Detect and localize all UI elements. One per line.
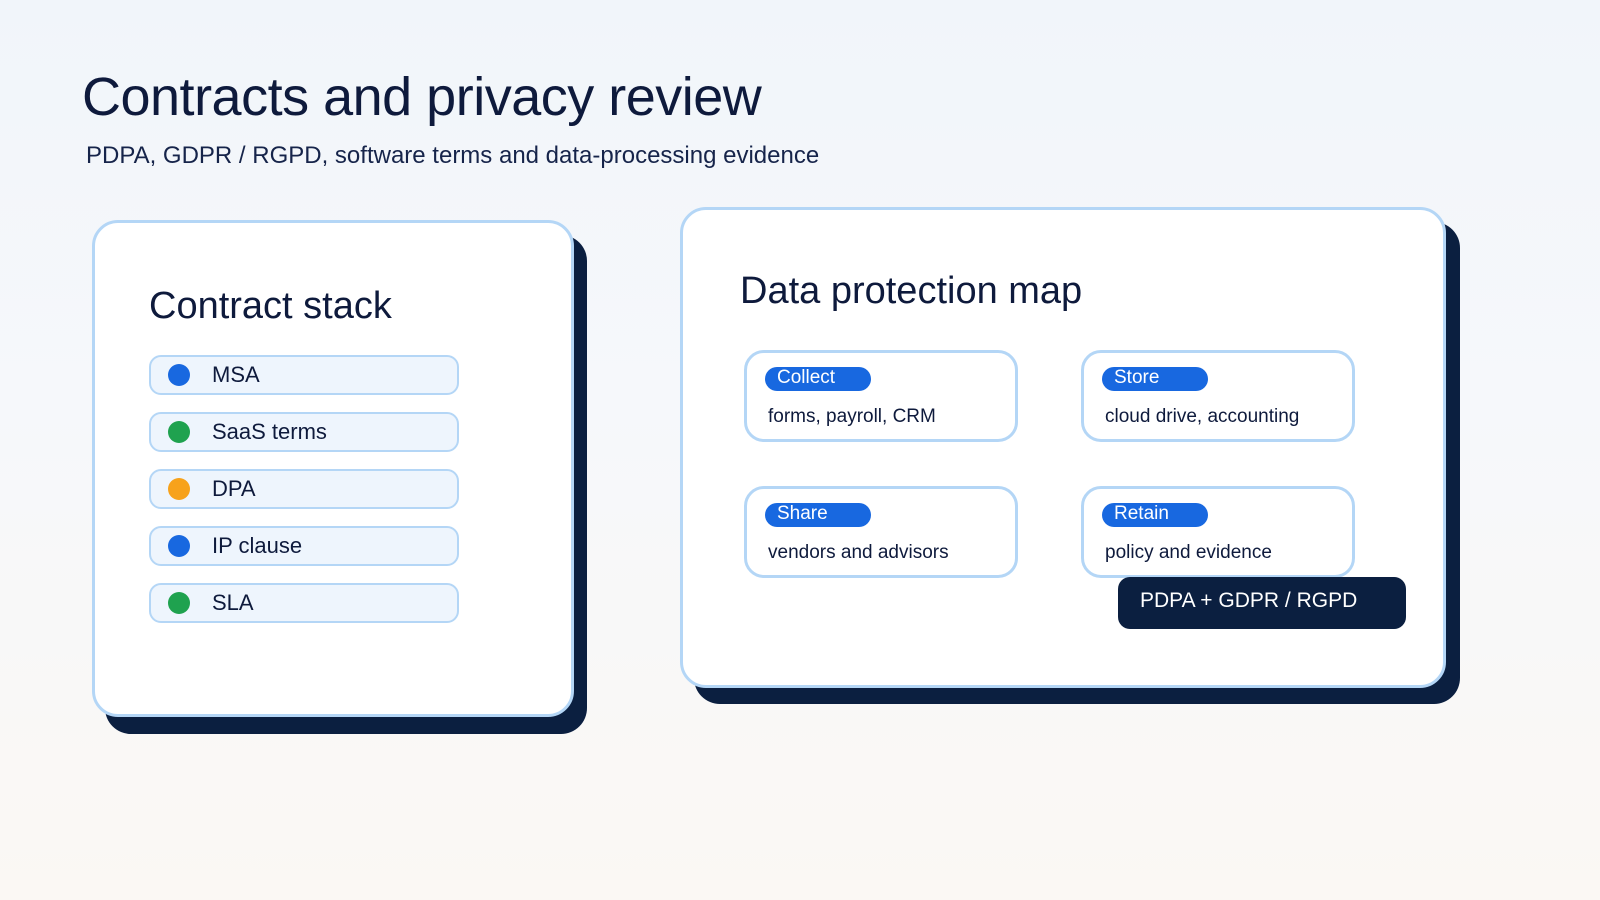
status-dot bbox=[168, 535, 190, 557]
contract-item-label: MSA bbox=[212, 362, 260, 387]
map-card-store[interactable]: Store cloud drive, accounting bbox=[1081, 350, 1355, 442]
contract-item-ip-clause[interactable]: IP clause bbox=[149, 526, 459, 566]
map-tag-collect: Collect bbox=[765, 367, 871, 391]
map-card-description: policy and evidence bbox=[1105, 542, 1272, 563]
contract-item-label: SLA bbox=[212, 590, 254, 615]
contract-item-label: DPA bbox=[212, 476, 256, 501]
contract-list: MSA SaaS terms DPA IP clause SLA bbox=[149, 355, 459, 640]
page-title: Contracts and privacy review bbox=[82, 67, 762, 127]
contract-item-msa[interactable]: MSA bbox=[149, 355, 459, 395]
contract-item-label: IP clause bbox=[212, 533, 303, 558]
map-card-description: cloud drive, accounting bbox=[1105, 406, 1300, 427]
contract-item-saas-terms[interactable]: SaaS terms bbox=[149, 412, 459, 452]
map-card-description: vendors and advisors bbox=[768, 542, 949, 563]
status-dot bbox=[168, 421, 190, 443]
map-card-share[interactable]: Share vendors and advisors bbox=[744, 486, 1018, 578]
contract-item-sla[interactable]: SLA bbox=[149, 583, 459, 623]
page-subtitle: PDPA, GDPR / RGPD, software terms and da… bbox=[86, 142, 820, 169]
map-tag-share: Share bbox=[765, 503, 871, 527]
compliance-badge: PDPA + GDPR / RGPD bbox=[1118, 577, 1406, 629]
map-card-retain[interactable]: Retain policy and evidence bbox=[1081, 486, 1355, 578]
status-dot bbox=[168, 478, 190, 500]
map-tag-retain: Retain bbox=[1102, 503, 1208, 527]
status-dot bbox=[168, 592, 190, 614]
map-tag-store: Store bbox=[1102, 367, 1208, 391]
contract-item-label: SaaS terms bbox=[212, 419, 327, 444]
contract-item-dpa[interactable]: DPA bbox=[149, 469, 459, 509]
contract-stack-title: Contract stack bbox=[149, 285, 392, 327]
map-card-collect[interactable]: Collect forms, payroll, CRM bbox=[744, 350, 1018, 442]
contract-stack-panel: Contract stack MSA SaaS terms DPA IP cla… bbox=[92, 220, 574, 717]
data-protection-map-title: Data protection map bbox=[740, 270, 1083, 312]
status-dot bbox=[168, 364, 190, 386]
map-card-description: forms, payroll, CRM bbox=[768, 406, 936, 427]
